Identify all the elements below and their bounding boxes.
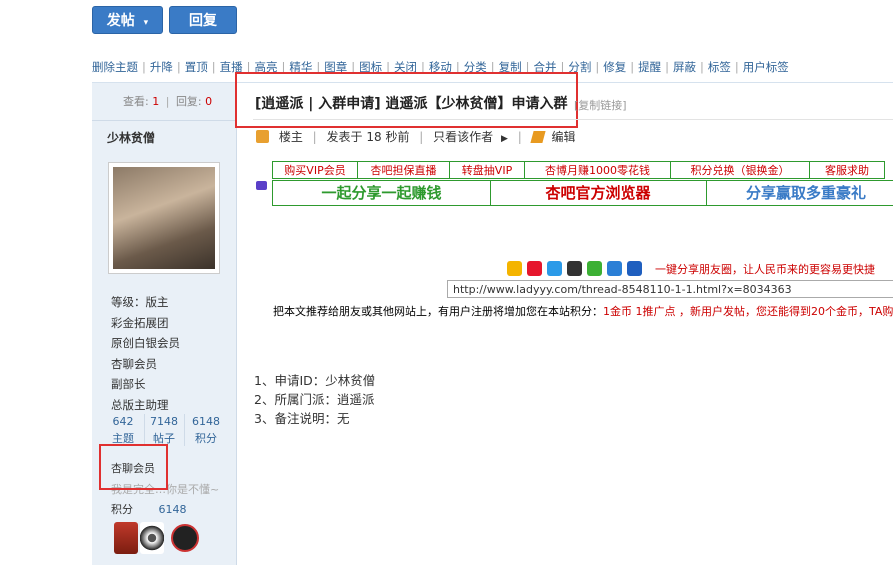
replies-count: 0 xyxy=(205,95,213,108)
score-label: 积分 xyxy=(111,503,133,516)
user-title: 杏聊会员 xyxy=(111,356,157,371)
moderation-action[interactable]: 升降 xyxy=(150,60,173,74)
separator: | xyxy=(665,60,669,74)
separator: | xyxy=(734,60,739,74)
share-qzone-icon[interactable] xyxy=(507,261,522,276)
ad-link[interactable]: 杏吧担保直播 xyxy=(357,161,450,179)
separator: | xyxy=(630,60,635,74)
medal-six-icon[interactable] xyxy=(171,524,199,552)
share-tqq-icon[interactable] xyxy=(547,261,562,276)
user-icon xyxy=(256,130,269,143)
posts-stat[interactable]: 7148 帖子 xyxy=(144,415,184,446)
post-button-label: 发帖 xyxy=(106,13,135,29)
ad-link[interactable]: 转盘抽VIP xyxy=(449,161,525,179)
share-prompt[interactable]: 一键分享朋友圈，让人民币来的更容易更快捷 xyxy=(655,261,875,277)
edit-link[interactable]: 编辑 xyxy=(551,130,575,144)
divider xyxy=(92,120,236,121)
body-line: 2、所属门派：逍遥派 xyxy=(254,392,375,407)
user-level: 等级：版主 xyxy=(111,295,169,309)
ad-link[interactable]: 积分兑换（银换金） xyxy=(670,161,810,179)
points-label: 积分 xyxy=(195,432,217,445)
post-body: 1、申请ID：少林贫僧 2、所属门派：逍遥派 3、备注说明：无 xyxy=(254,371,375,428)
ad-link[interactable]: 杏吧官方浏览器 xyxy=(490,181,707,205)
moderation-action[interactable]: 标签 xyxy=(708,60,731,74)
score-value: 6148 xyxy=(158,503,187,516)
copy-link[interactable]: [复制链接] xyxy=(574,97,627,113)
separator: | xyxy=(176,60,181,74)
user-title: 原创白银会员 xyxy=(111,336,180,350)
reply-button[interactable]: 回复 xyxy=(169,6,237,34)
ad-link[interactable]: 购买VIP会员 xyxy=(272,161,358,179)
recommend-prefix: 把本文推荐给朋友或其他网站上，有用户注册将增加您在本站积分： xyxy=(273,305,603,318)
moderation-action[interactable]: 屏蔽 xyxy=(673,60,696,74)
thread-stats: 查看: 1 | 回复: 0 xyxy=(123,95,213,108)
user-title: 总版主助理 xyxy=(111,397,169,412)
ad-link[interactable]: 客服求助 xyxy=(809,161,885,179)
post-time: 发表于 18 秒前 xyxy=(326,130,410,144)
moderation-action[interactable]: 删除主题 xyxy=(92,60,138,74)
separator: | xyxy=(142,60,146,74)
avatar[interactable] xyxy=(108,162,220,274)
page-title: [逍遥派 | 入群申请] 逍遥派【少林贫僧】申请入群 xyxy=(255,96,568,112)
threads-count: 642 xyxy=(112,415,134,428)
divider xyxy=(184,414,185,446)
points-stat[interactable]: 6148 积分 xyxy=(186,415,226,446)
separator: | xyxy=(700,60,704,74)
share-baidu-icon[interactable] xyxy=(607,261,622,276)
post-button[interactable]: 发帖 ▾ xyxy=(92,6,163,34)
moderation-action[interactable]: 用户标签 xyxy=(743,60,789,74)
ad-link[interactable]: 一起分享一起赚钱 xyxy=(273,181,491,205)
share-renren-icon[interactable] xyxy=(627,261,642,276)
triangle-right-icon: ▶ xyxy=(501,134,508,144)
only-author-link[interactable]: 只看该作者 xyxy=(433,130,493,144)
chevron-down-icon: ▾ xyxy=(143,18,149,28)
username[interactable]: 少林贫僧 xyxy=(107,129,155,146)
user-title: 彩金拓展团 xyxy=(111,315,169,330)
user-title: 副部长 xyxy=(111,377,146,391)
posts-count: 7148 xyxy=(150,415,178,428)
share-qq-icon[interactable] xyxy=(567,261,582,276)
share-weibo-icon[interactable] xyxy=(527,261,542,276)
share-wechat-icon[interactable] xyxy=(587,261,602,276)
moderation-action[interactable]: 提醒 xyxy=(638,60,661,74)
medal-wings-icon[interactable] xyxy=(140,522,164,554)
author-role: 楼主 xyxy=(278,130,303,144)
moderation-action[interactable]: 置顶 xyxy=(185,60,208,74)
ad-banner: 一起分享一起赚钱 杏吧官方浏览器 分享赢取多重豪礼 xyxy=(272,180,893,206)
medal-red-icon[interactable] xyxy=(114,522,138,554)
ad-links: 购买VIP会员 杏吧担保直播 转盘抽VIP 杏博月赚1000零花钱 积分兑换（银… xyxy=(272,161,885,179)
points-count: 6148 xyxy=(192,415,220,428)
divider xyxy=(144,414,145,446)
user-titles: 等级：版主 彩金拓展团 原创白银会员 杏聊会员 副部长 总版主助理 xyxy=(111,292,180,415)
views-count: 1 xyxy=(152,95,160,108)
ad-link[interactable]: 分享赢取多重豪礼 xyxy=(706,181,893,205)
threads-stat[interactable]: 642 主题 xyxy=(103,415,143,446)
separator: | xyxy=(595,60,600,74)
share-url-field[interactable] xyxy=(447,280,893,298)
ad-link[interactable]: 杏博月赚1000零花钱 xyxy=(524,161,671,179)
recommend-text: 把本文推荐给朋友或其他网站上，有用户注册将增加您在本站积分：1金币 1推广点 ，… xyxy=(273,303,893,319)
moderation-action[interactable]: 修复 xyxy=(603,60,626,74)
post-meta: 楼主 | 发表于 18 秒前 | 只看该作者 ▶ | 编辑 xyxy=(256,128,575,145)
edit-icon xyxy=(530,131,546,143)
views-label: 查看: xyxy=(123,95,149,108)
body-line: 1、申请ID：少林贫僧 xyxy=(254,373,376,388)
separator: | xyxy=(211,60,216,74)
recommend-reward: 1金币 1推广点 ，新用户发帖，您还能得到20个金币，TA购买了 xyxy=(603,305,893,318)
body-line: 3、备注说明：无 xyxy=(254,411,350,426)
divider xyxy=(253,119,893,120)
replies-label: 回复: xyxy=(175,95,202,108)
highlight-box xyxy=(99,444,168,490)
score-row: 积分 6148 xyxy=(111,501,187,517)
new-badge-icon xyxy=(256,181,267,190)
